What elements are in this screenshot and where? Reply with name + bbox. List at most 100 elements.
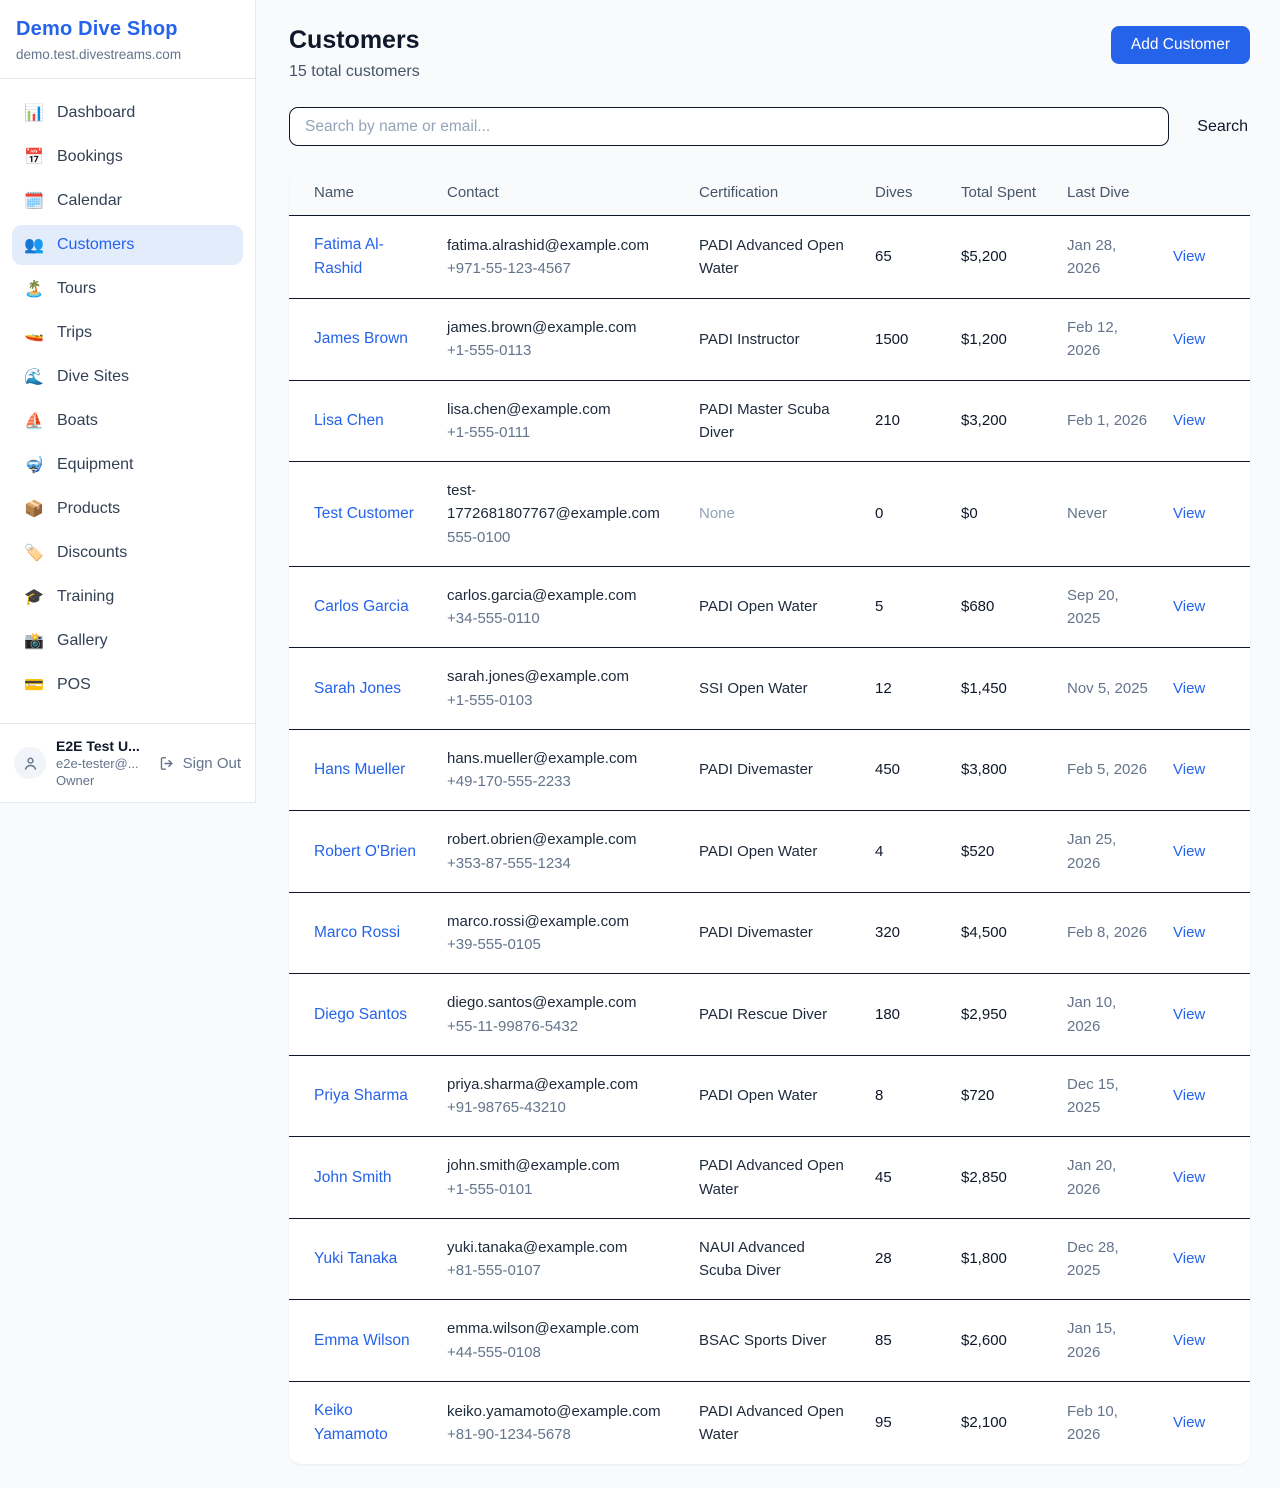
customer-phone: +39-555-0105: [447, 933, 675, 956]
customer-email: james.brown@example.com: [447, 316, 675, 339]
sidebar-item-label: Tours: [57, 280, 96, 298]
page-header: Customers 15 total customers Add Custome…: [289, 26, 1250, 81]
customer-name-link[interactable]: Diego Santos: [314, 1006, 407, 1023]
sidebar-item-equipment[interactable]: 🤿 Equipment: [12, 445, 243, 485]
view-customer-link[interactable]: View: [1173, 505, 1205, 522]
search-button[interactable]: Search: [1195, 112, 1250, 142]
sidebar-item-icon: 🏷️: [24, 543, 44, 563]
table-row: Yuki Tanaka yuki.tanaka@example.com +81-…: [289, 1218, 1250, 1300]
customer-dives: 180: [875, 1006, 900, 1023]
sidebar-item-dashboard[interactable]: 📊 Dashboard: [12, 93, 243, 133]
view-customer-link[interactable]: View: [1173, 412, 1205, 429]
customer-certification: PADI Advanced Open Water: [699, 237, 844, 277]
customer-total-spent: $2,100: [961, 1414, 1007, 1431]
sidebar-item-dive-sites[interactable]: 🌊 Dive Sites: [12, 357, 243, 397]
user-meta: E2E Test U... e2e-tester@... Owner: [56, 738, 140, 788]
sidebar-item-boats[interactable]: ⛵ Boats: [12, 401, 243, 441]
view-customer-link[interactable]: View: [1173, 1169, 1205, 1186]
view-customer-link[interactable]: View: [1173, 1250, 1205, 1267]
customer-name-link[interactable]: Emma Wilson: [314, 1332, 410, 1349]
customer-email: lisa.chen@example.com: [447, 398, 675, 421]
sidebar-item-label: Discounts: [57, 544, 127, 562]
customer-name-link[interactable]: John Smith: [314, 1169, 392, 1186]
customer-name-link[interactable]: Fatima Al-Rashid: [314, 236, 384, 277]
sidebar-item-label: Boats: [57, 412, 98, 430]
customer-phone: +49-170-555-2233: [447, 770, 675, 793]
sidebar-item-customers[interactable]: 👥 Customers: [12, 225, 243, 265]
customer-name-link[interactable]: Priya Sharma: [314, 1087, 408, 1104]
view-customer-link[interactable]: View: [1173, 1006, 1205, 1023]
customer-total-spent: $5,200: [961, 248, 1007, 265]
customer-name-link[interactable]: James Brown: [314, 330, 408, 347]
sidebar-header: Demo Dive Shop demo.test.divestreams.com: [0, 0, 255, 79]
sidebar-item-icon: 📅: [24, 147, 44, 167]
view-customer-link[interactable]: View: [1173, 1414, 1205, 1431]
customer-email: diego.santos@example.com: [447, 991, 675, 1014]
sidebar-item-trips[interactable]: 🚤 Trips: [12, 313, 243, 353]
customer-phone: +81-555-0107: [447, 1259, 675, 1282]
column-header-contact: Contact: [435, 170, 687, 216]
view-customer-link[interactable]: View: [1173, 598, 1205, 615]
search-input[interactable]: [289, 107, 1169, 146]
sidebar-item-discounts[interactable]: 🏷️ Discounts: [12, 533, 243, 573]
sidebar-item-calendar[interactable]: 🗓️ Calendar: [12, 181, 243, 221]
customer-name-link[interactable]: Marco Rossi: [314, 924, 400, 941]
sidebar-item-gallery[interactable]: 📸 Gallery: [12, 621, 243, 661]
customer-email: john.smith@example.com: [447, 1154, 675, 1177]
sign-out-label: Sign Out: [183, 755, 241, 772]
view-customer-link[interactable]: View: [1173, 924, 1205, 941]
sidebar-item-training[interactable]: 🎓 Training: [12, 577, 243, 617]
customer-name-link[interactable]: Robert O'Brien: [314, 843, 416, 860]
table-row: Diego Santos diego.santos@example.com +5…: [289, 974, 1250, 1056]
table-row: Emma Wilson emma.wilson@example.com +44-…: [289, 1300, 1250, 1382]
view-customer-link[interactable]: View: [1173, 248, 1205, 265]
customer-total-spent: $2,600: [961, 1332, 1007, 1349]
shop-domain: demo.test.divestreams.com: [16, 47, 239, 62]
customer-phone: +1-555-0101: [447, 1178, 675, 1201]
view-customer-link[interactable]: View: [1173, 843, 1205, 860]
customer-name-link[interactable]: Keiko Yamamoto: [314, 1402, 388, 1443]
sidebar-footer: E2E Test U... e2e-tester@... Owner Sign …: [0, 723, 255, 802]
customer-certification: PADI Divemaster: [699, 761, 813, 778]
customer-dives: 4: [875, 843, 883, 860]
column-header-certification: Certification: [687, 170, 863, 216]
sidebar-item-label: Training: [57, 588, 114, 606]
customer-name-link[interactable]: Carlos Garcia: [314, 598, 409, 615]
customer-last-dive: Never: [1067, 505, 1107, 522]
customer-phone: +1-555-0113: [447, 339, 675, 362]
customer-total-spent: $1,450: [961, 680, 1007, 697]
customer-last-dive: Dec 28, 2025: [1067, 1239, 1119, 1279]
customer-name-link[interactable]: Hans Mueller: [314, 761, 405, 778]
view-customer-link[interactable]: View: [1173, 331, 1205, 348]
customer-phone: +971-55-123-4567: [447, 257, 675, 280]
customer-email: robert.obrien@example.com: [447, 828, 675, 851]
customer-name-link[interactable]: Test Customer: [314, 505, 414, 522]
customer-total-spent: $720: [961, 1087, 994, 1104]
customer-name-link[interactable]: Sarah Jones: [314, 680, 401, 697]
sign-out-button[interactable]: Sign Out: [159, 755, 241, 772]
customer-total-spent: $2,850: [961, 1169, 1007, 1186]
sidebar-item-pos[interactable]: 💳 POS: [12, 665, 243, 705]
add-customer-button[interactable]: Add Customer: [1111, 26, 1250, 64]
customer-name-link[interactable]: Yuki Tanaka: [314, 1250, 397, 1267]
customers-table-card: Name Contact Certification Dives Total S…: [289, 170, 1250, 1464]
view-customer-link[interactable]: View: [1173, 1332, 1205, 1349]
sidebar-item-tours[interactable]: 🏝️ Tours: [12, 269, 243, 309]
customer-last-dive: Jan 20, 2026: [1067, 1157, 1116, 1197]
customer-email: hans.mueller@example.com: [447, 747, 675, 770]
view-customer-link[interactable]: View: [1173, 761, 1205, 778]
customer-last-dive: Jan 10, 2026: [1067, 994, 1116, 1034]
customer-phone: +353-87-555-1234: [447, 852, 675, 875]
sidebar-item-icon: 📦: [24, 499, 44, 519]
sidebar-item-icon: 💳: [24, 675, 44, 695]
sidebar-item-label: Calendar: [57, 192, 122, 210]
customer-dives: 1500: [875, 331, 908, 348]
user-email: e2e-tester@...: [56, 756, 140, 771]
sidebar-item-bookings[interactable]: 📅 Bookings: [12, 137, 243, 177]
view-customer-link[interactable]: View: [1173, 1087, 1205, 1104]
sidebar-item-products[interactable]: 📦 Products: [12, 489, 243, 529]
view-customer-link[interactable]: View: [1173, 680, 1205, 697]
shop-name: Demo Dive Shop: [16, 18, 239, 41]
table-row: Carlos Garcia carlos.garcia@example.com …: [289, 566, 1250, 648]
customer-name-link[interactable]: Lisa Chen: [314, 412, 384, 429]
